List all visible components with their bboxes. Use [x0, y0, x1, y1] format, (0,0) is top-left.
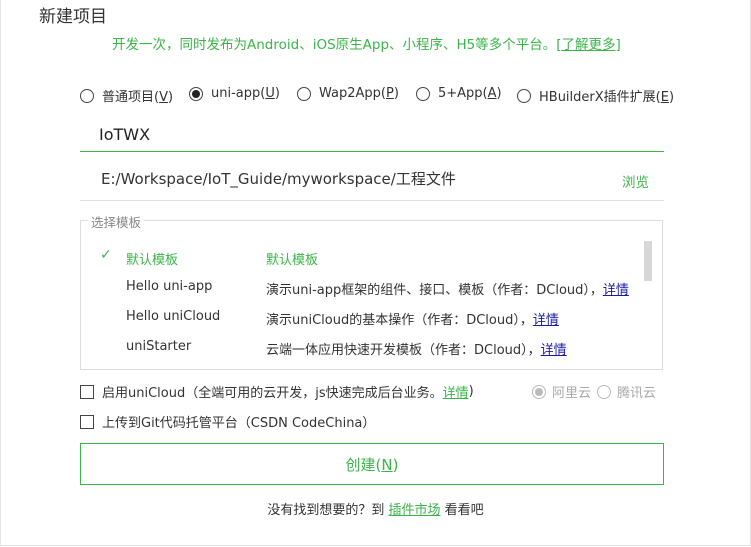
template-name: Hello uniCloud — [126, 309, 221, 324]
enable-unicloud-checkbox[interactable] — [80, 384, 94, 399]
radio-label: HBuilderX插件扩展(E) — [539, 90, 675, 105]
radio-aliyun[interactable]: 阿里云 — [532, 382, 591, 401]
radio-circle-icon — [297, 86, 311, 101]
radio-label: 5+App(A) — [438, 86, 502, 101]
footer-hint: 没有找到想要的？到 插件市场 看看吧 — [0, 499, 751, 518]
template-list: 选择模板 ✓ 默认模板 默认模板 Hello uni-app 演示uni-app… — [80, 212, 663, 370]
create-button[interactable]: 创建(N) — [80, 443, 664, 485]
subtitle-text: 开发一次，同时发布为Android、iOS原生App、小程序、H5等多个平台。 — [112, 37, 557, 53]
provider-label: 阿里云 — [552, 386, 592, 401]
template-item-default[interactable]: ✓ 默认模板 默认模板 — [81, 246, 641, 270]
project-name-input[interactable] — [80, 118, 664, 152]
git-upload-checkbox[interactable] — [80, 414, 94, 429]
radio-circle-icon — [80, 88, 94, 103]
template-legend: 选择模板 — [88, 212, 145, 231]
project-path-input[interactable] — [99, 168, 603, 188]
browse-button[interactable]: 浏览 — [622, 171, 649, 191]
template-desc: 演示uni-app框架的组件、接口、模板（作者：DCloud），详情 — [266, 283, 629, 298]
provider-label: 腾讯云 — [617, 386, 657, 401]
radio-normal-project[interactable]: 普通项目(V) — [80, 86, 173, 105]
template-name: Hello uni-app — [126, 279, 213, 294]
unicloud-suffix: ) — [468, 384, 474, 399]
template-scrollbar[interactable] — [644, 241, 652, 281]
radio-circle-icon — [517, 88, 531, 103]
template-desc: 演示uniCloud的基本操作（作者：DCloud），详情 — [266, 313, 559, 328]
template-detail-link[interactable]: 详情 — [603, 283, 629, 298]
footer-prefix: 没有找到想要的？到 — [267, 503, 389, 518]
template-item-hello-unicloud[interactable]: Hello uniCloud 演示uniCloud的基本操作（作者：DCloud… — [81, 306, 641, 330]
template-name: 默认模板 — [126, 253, 179, 268]
cloud-provider-group: 阿里云 腾讯云 — [532, 382, 662, 401]
enable-unicloud-row: 启用uniCloud（全端可用的云开发，js快速完成后台业务。 详情) — [80, 382, 474, 401]
template-item-hello-uni-app[interactable]: Hello uni-app 演示uni-app框架的组件、接口、模板（作者：DC… — [81, 276, 641, 300]
radio-tencent-cloud[interactable]: 腾讯云 — [597, 382, 656, 401]
template-name: uniStarter — [126, 339, 192, 354]
unicloud-detail-link[interactable]: 详情 — [443, 382, 469, 401]
radio-checked-icon — [189, 86, 203, 101]
git-upload-label: 上传到Git代码托管平台（CSDN CodeChina） — [102, 416, 376, 431]
dialog-subtitle: 开发一次，同时发布为Android、iOS原生App、小程序、H5等多个平台。[… — [112, 33, 621, 53]
template-item-unistarter[interactable]: uniStarter 云端一体应用快速开发模板（作者：DCloud），详情 — [81, 336, 641, 360]
plugin-market-link[interactable]: 插件市场 — [388, 503, 440, 518]
git-upload-row: 上传到Git代码托管平台（CSDN CodeChina） — [80, 412, 375, 431]
radio-hbuilderx-plugin[interactable]: HBuilderX插件扩展(E) — [517, 86, 674, 105]
dialog-title: 新建项目 — [39, 7, 107, 27]
project-type-group: 普通项目(V) uni-app(U) Wap2App(P) 5+App(A) H… — [80, 86, 680, 106]
radio-label: uni-app(U) — [211, 86, 280, 101]
footer-suffix: 看看吧 — [440, 503, 484, 518]
radio-label: 普通项目(V) — [102, 90, 174, 105]
template-desc: 默认模板 — [266, 253, 319, 268]
radio-uni-app[interactable]: uni-app(U) — [189, 86, 280, 101]
template-desc: 云端一体应用快速开发模板（作者：DCloud），详情 — [266, 343, 567, 358]
radio-label: Wap2App(P) — [319, 86, 399, 101]
project-path-row: 浏览 — [80, 165, 664, 201]
radio-circle-icon — [597, 384, 612, 399]
template-detail-link[interactable]: 详情 — [533, 313, 559, 328]
template-detail-link[interactable]: 详情 — [541, 343, 567, 358]
learn-more-link[interactable]: [了解更多] — [556, 37, 621, 53]
radio-5plus-app[interactable]: 5+App(A) — [416, 86, 502, 101]
radio-checked-icon — [532, 384, 546, 399]
check-icon: ✓ — [100, 247, 112, 263]
radio-circle-icon — [416, 86, 430, 101]
radio-wap2app[interactable]: Wap2App(P) — [297, 86, 399, 101]
enable-unicloud-label: 启用uniCloud（全端可用的云开发，js快速完成后台业务。 — [102, 386, 443, 401]
